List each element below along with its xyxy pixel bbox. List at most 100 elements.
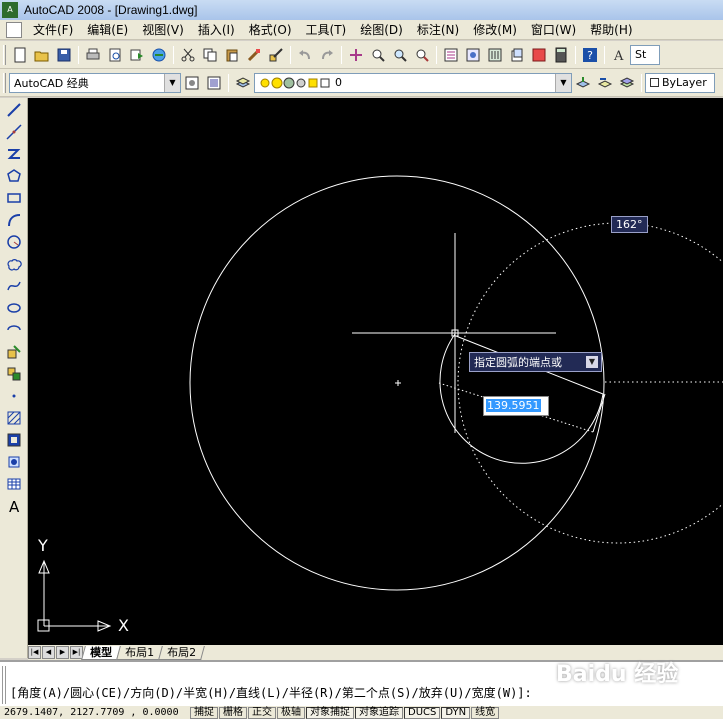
insert-block-icon[interactable] [2,341,26,362]
arc-icon[interactable] [2,209,26,230]
menu-tools[interactable]: 工具(T) [299,20,354,40]
line-icon[interactable] [2,99,26,120]
svg-text:A: A [613,49,624,63]
ellipse-arc-icon[interactable] [2,319,26,340]
calculator-icon[interactable] [551,45,571,65]
menu-draw[interactable]: 绘图(D) [353,20,410,40]
cut-icon[interactable] [178,45,198,65]
pan-icon[interactable] [346,45,366,65]
coordinate-readout: 2679.1407, 2127.7709 , 0.0000 [4,707,179,718]
ortho-toggle[interactable]: 正交 [248,706,276,719]
toolbar-separator [436,45,437,64]
rectangle-icon[interactable] [2,187,26,208]
lineweight-toggle[interactable]: 线宽 [471,706,500,719]
menu-dimension[interactable]: 标注(N) [410,20,466,40]
menu-edit[interactable]: 编辑(E) [80,20,135,40]
layer-properties-icon[interactable] [233,73,253,93]
construction-line-icon[interactable] [2,121,26,142]
redo-icon[interactable] [317,45,337,65]
previous-tab-icon[interactable]: ◀ [42,646,55,659]
my-workspace-icon[interactable] [204,73,224,93]
polar-toggle[interactable]: 极轴 [277,706,305,719]
layer-manager-icon[interactable] [617,73,637,93]
circle-icon[interactable] [2,231,26,252]
block-editor-icon[interactable] [266,45,286,65]
spline-icon[interactable] [2,275,26,296]
toolbar-separator [641,73,642,92]
menu-format[interactable]: 格式(O) [242,20,299,40]
make-object-layer-current-icon[interactable] [573,73,593,93]
dyn-toggle[interactable]: DYN [441,706,471,719]
table-icon[interactable] [2,473,26,494]
zoom-realtime-icon[interactable] [368,45,388,65]
plot-icon[interactable] [83,45,103,65]
menu-insert[interactable]: 插入(I) [191,20,242,40]
tool-palettes-icon[interactable] [485,45,505,65]
revision-cloud-icon[interactable] [2,253,26,274]
properties-icon[interactable] [441,45,461,65]
chevron-down-icon[interactable]: ▼ [555,73,571,92]
menu-modify[interactable]: 修改(M) [466,20,524,40]
3d-dwf-icon[interactable] [149,45,169,65]
checkbox-icon [650,78,659,87]
document-icon[interactable] [6,21,22,38]
ellipse-icon[interactable] [2,297,26,318]
plot-preview-icon[interactable] [105,45,125,65]
polyline-icon[interactable] [2,143,26,164]
copy-icon[interactable] [200,45,220,65]
autocad-app-icon[interactable]: A [2,2,18,18]
sheet-set-icon[interactable] [507,45,527,65]
radius-input[interactable]: 139.5951 [483,396,549,416]
arrow-down-icon[interactable]: ▼ [586,356,598,368]
zoom-previous-icon[interactable] [412,45,432,65]
layer-combo[interactable]: 0 ▼ [254,72,572,93]
toolbar-separator [341,45,342,64]
point-icon[interactable] [2,385,26,406]
make-block-icon[interactable] [2,363,26,384]
help-icon[interactable]: ? [580,45,600,65]
menu-bar: 文件(F) 编辑(E) 视图(V) 插入(I) 格式(O) 工具(T) 绘图(D… [0,20,723,40]
workspace-combo[interactable]: AutoCAD 经典 ▼ [9,72,181,93]
workspace-settings-icon[interactable] [182,73,202,93]
command-line-grip[interactable] [2,666,6,704]
ducs-toggle[interactable]: DUCS [404,706,441,719]
chevron-down-icon[interactable]: ▼ [164,73,180,92]
object-tracking-toggle[interactable]: 对象追踪 [355,706,403,719]
multiline-text-icon[interactable]: A [2,495,26,516]
undo-icon[interactable] [295,45,315,65]
markup-icon[interactable] [529,45,549,65]
match-properties-icon[interactable] [244,45,264,65]
grid-toggle[interactable]: 栅格 [219,706,247,719]
ucs-x-label: X [118,616,129,635]
menu-view[interactable]: 视图(V) [135,20,191,40]
new-icon[interactable] [10,45,30,65]
toolbar-grip[interactable] [3,72,6,93]
paste-icon[interactable] [222,45,242,65]
design-center-icon[interactable] [463,45,483,65]
tab-layout2[interactable]: 布局2 [158,645,205,660]
first-tab-icon[interactable]: |◀ [28,646,41,659]
save-icon[interactable] [54,45,74,65]
text-style-combo[interactable]: St [630,44,660,65]
drawing-canvas[interactable]: Y X 162° 指定圆弧的端点或 ▼ 139.5951 [28,98,723,645]
zoom-window-icon[interactable] [390,45,410,65]
menu-help[interactable]: 帮助(H) [583,20,639,40]
tab-model[interactable]: 模型 [81,645,121,660]
region-icon[interactable] [2,451,26,472]
color-combo[interactable]: ByLayer [645,72,715,93]
polygon-icon[interactable] [2,165,26,186]
toolbar-grip[interactable] [3,44,6,65]
menu-file[interactable]: 文件(F) [26,20,80,40]
menu-window[interactable]: 窗口(W) [524,20,583,40]
gradient-icon[interactable] [2,429,26,450]
text-style-icon[interactable]: A [609,45,629,65]
toolbar-separator [290,45,291,64]
layer-previous-icon[interactable] [595,73,615,93]
publish-icon[interactable] [127,45,147,65]
open-icon[interactable] [32,45,52,65]
snap-toggle[interactable]: 捕捉 [190,706,218,719]
hatch-icon[interactable] [2,407,26,428]
tab-layout1[interactable]: 布局1 [116,645,163,660]
object-snap-toggle[interactable]: 对象捕捉 [306,706,354,719]
next-tab-icon[interactable]: ▶ [56,646,69,659]
